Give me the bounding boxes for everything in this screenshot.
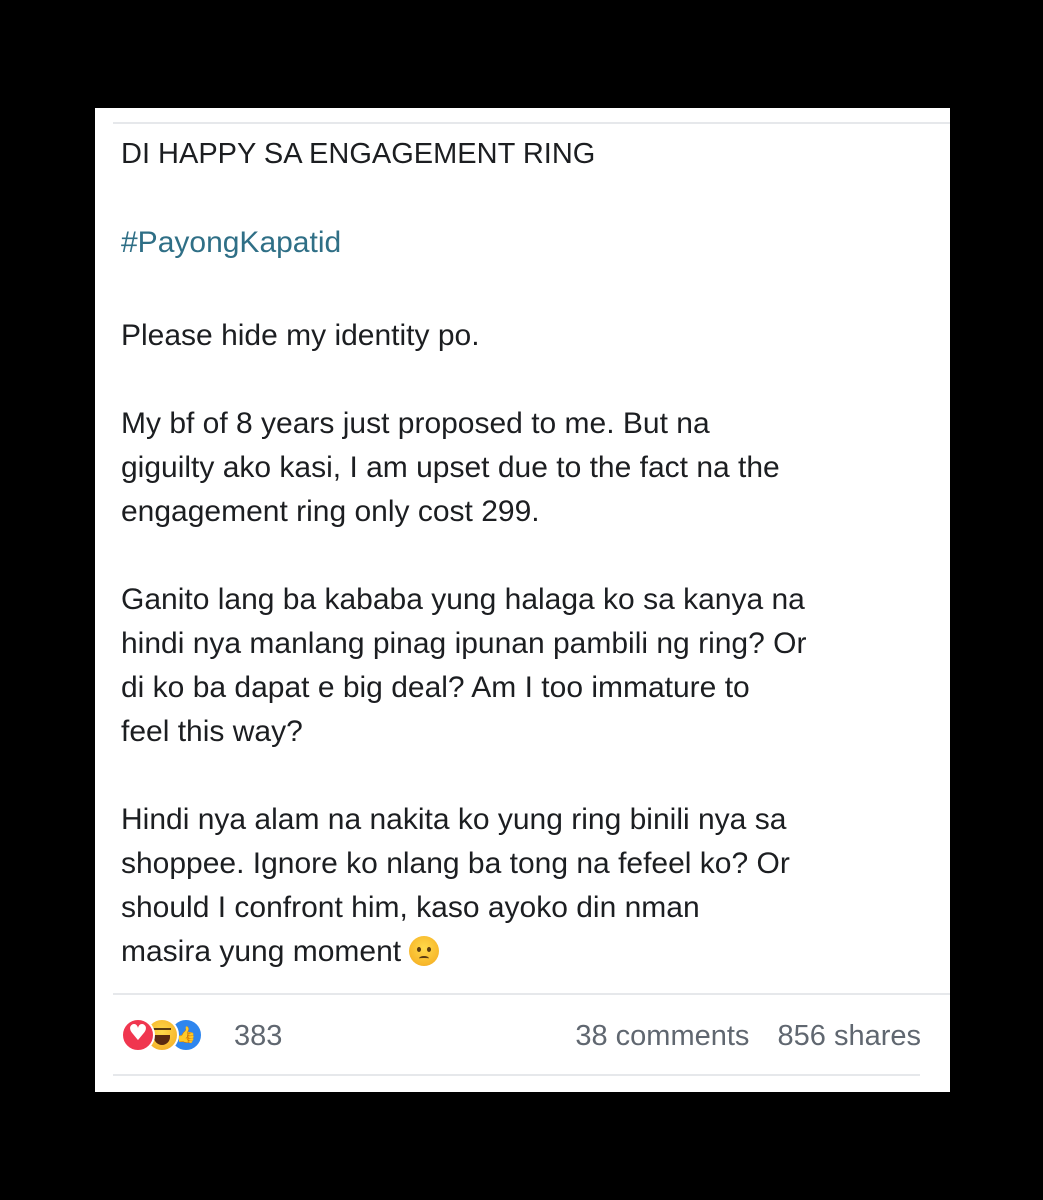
frowning-face-icon <box>409 936 440 966</box>
post-paragraph-text: Hindi nya alam na nakita ko yung ring bi… <box>121 803 790 968</box>
post-paragraph: My bf of 8 years just proposed to me. Bu… <box>121 407 780 528</box>
footer-divider <box>113 993 950 995</box>
post-footer: 383 38 comments 856 shares <box>121 1016 921 1056</box>
post-paragraph: Ganito lang ba kababa yung halaga ko sa … <box>121 583 807 748</box>
post-body: Please hide my identity po. My bf of 8 y… <box>121 314 933 974</box>
reactions-summary[interactable] <box>121 1018 231 1054</box>
shares-count[interactable]: 856 shares <box>778 1020 922 1052</box>
love-icon <box>121 1018 155 1052</box>
reaction-count[interactable]: 383 <box>234 1020 282 1052</box>
top-divider <box>113 122 950 124</box>
comments-count[interactable]: 38 comments <box>575 1020 749 1052</box>
post-paragraph: Please hide my identity po. <box>121 319 480 352</box>
post-card: DI HAPPY SA ENGAGEMENT RING #PayongKapat… <box>95 108 950 1092</box>
post-stats: 38 comments 856 shares <box>575 1020 921 1052</box>
bottom-divider <box>113 1074 920 1076</box>
post-paragraph-last: Hindi nya alam na nakita ko yung ring bi… <box>121 798 933 974</box>
post-title: DI HAPPY SA ENGAGEMENT RING <box>121 138 596 170</box>
hashtag-link[interactable]: #PayongKapatid <box>121 226 341 260</box>
